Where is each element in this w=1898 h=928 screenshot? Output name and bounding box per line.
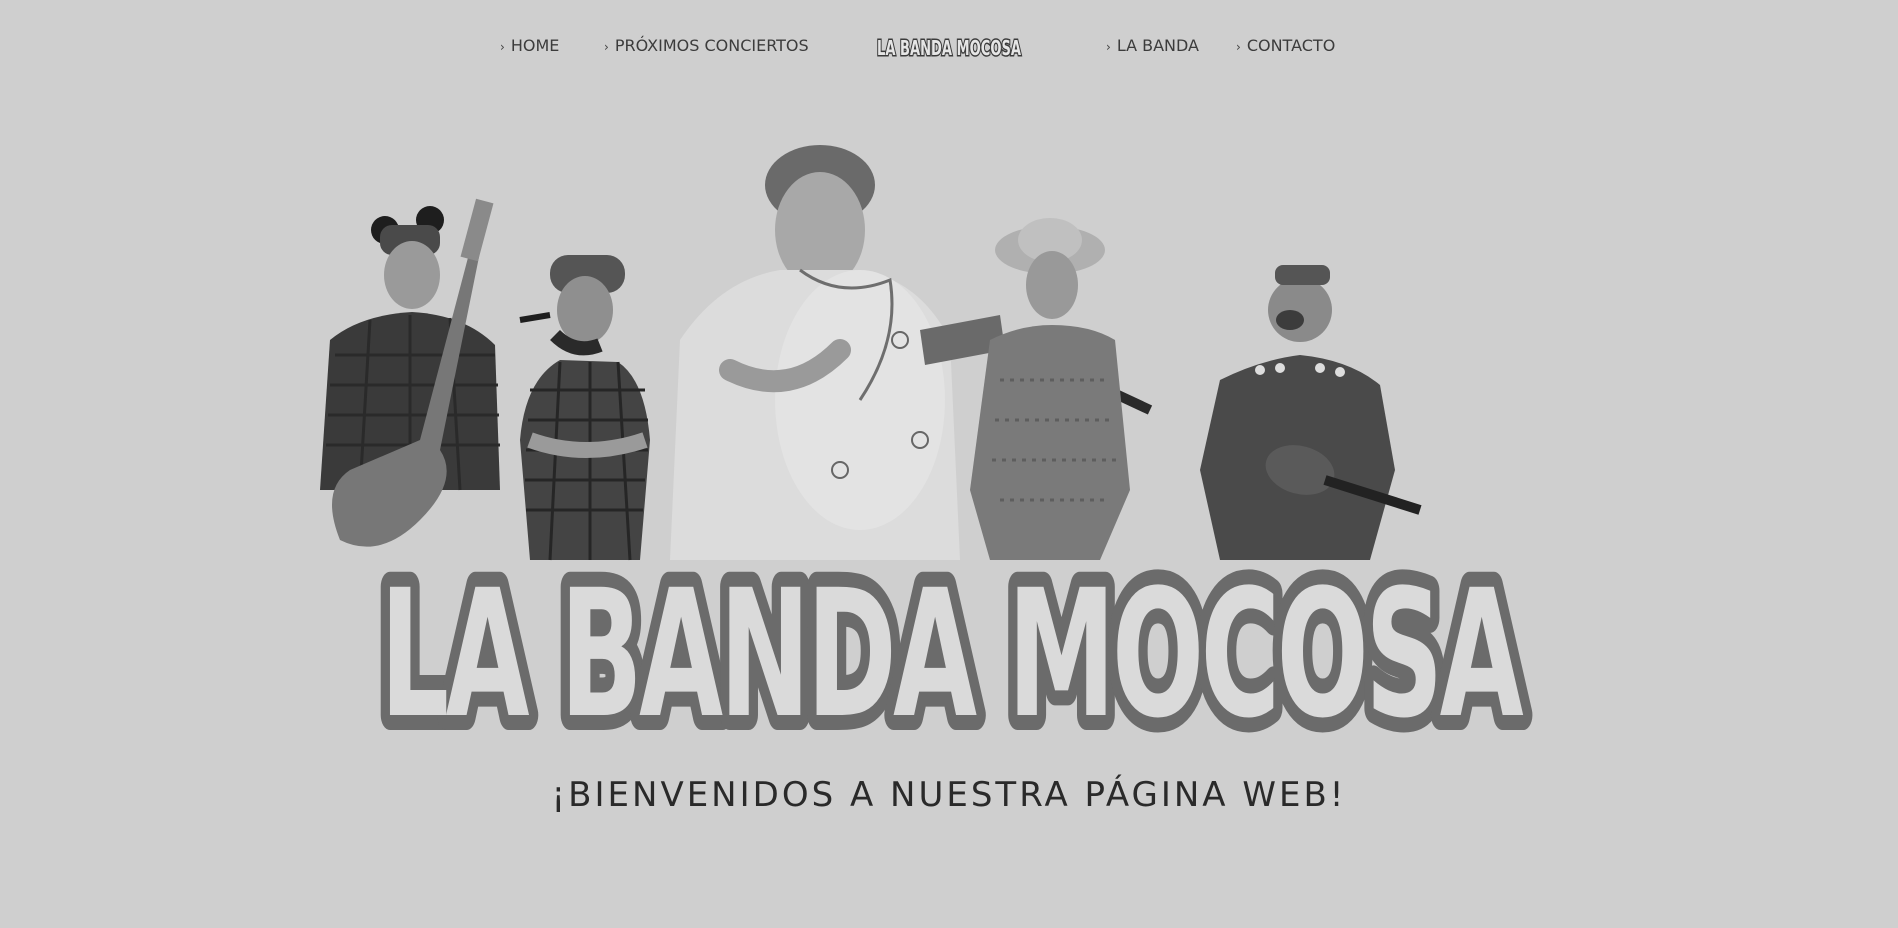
- hero-logo-text: LA BANDA MOCOSA: [380, 552, 1524, 740]
- nav-contacto-label: CONTACTO: [1246, 36, 1336, 55]
- chevron-right-icon: ›: [604, 39, 609, 54]
- chevron-right-icon: ›: [500, 39, 505, 54]
- nav-contacto-link[interactable]: › CONTACTO: [1236, 36, 1335, 55]
- hero-logo: LA BANDA MOCOSA: [365, 537, 1545, 740]
- nav-banda-link[interactable]: › LA BANDA: [1106, 36, 1199, 55]
- chevron-right-icon: ›: [1106, 39, 1111, 54]
- nav-home-link[interactable]: › HOME: [500, 36, 559, 55]
- band-member-pipe: [519, 255, 650, 561]
- page: › HOME › PRÓXIMOS CONCIERTOS LA BANDA MO…: [0, 0, 1898, 928]
- welcome-heading: ¡BIENVENIDOS A NUESTRA PÁGINA WEB!: [551, 775, 1347, 815]
- nav-logo[interactable]: LA BANDA MOCOSA: [874, 32, 1024, 62]
- nav-conciertos-label: PRÓXIMOS CONCIERTOS: [614, 36, 809, 55]
- chevron-right-icon: ›: [1236, 39, 1241, 54]
- band-member-singer: [670, 145, 960, 560]
- hero-banner: LA BANDA MOCOSA: [300, 140, 1600, 740]
- nav-conciertos-link[interactable]: › PRÓXIMOS CONCIERTOS: [604, 36, 809, 55]
- nav-logo-text: LA BANDA MOCOSA: [877, 36, 1021, 60]
- nav-logo-graphic: LA BANDA MOCOSA: [876, 35, 1023, 62]
- nav-home-label: HOME: [510, 36, 560, 55]
- band-member-bassist: [320, 198, 500, 547]
- hero-graphic: LA BANDA MOCOSA: [320, 145, 1545, 740]
- band-member-clown: [1200, 265, 1422, 560]
- nav-banda-label: LA BANDA: [1116, 36, 1199, 55]
